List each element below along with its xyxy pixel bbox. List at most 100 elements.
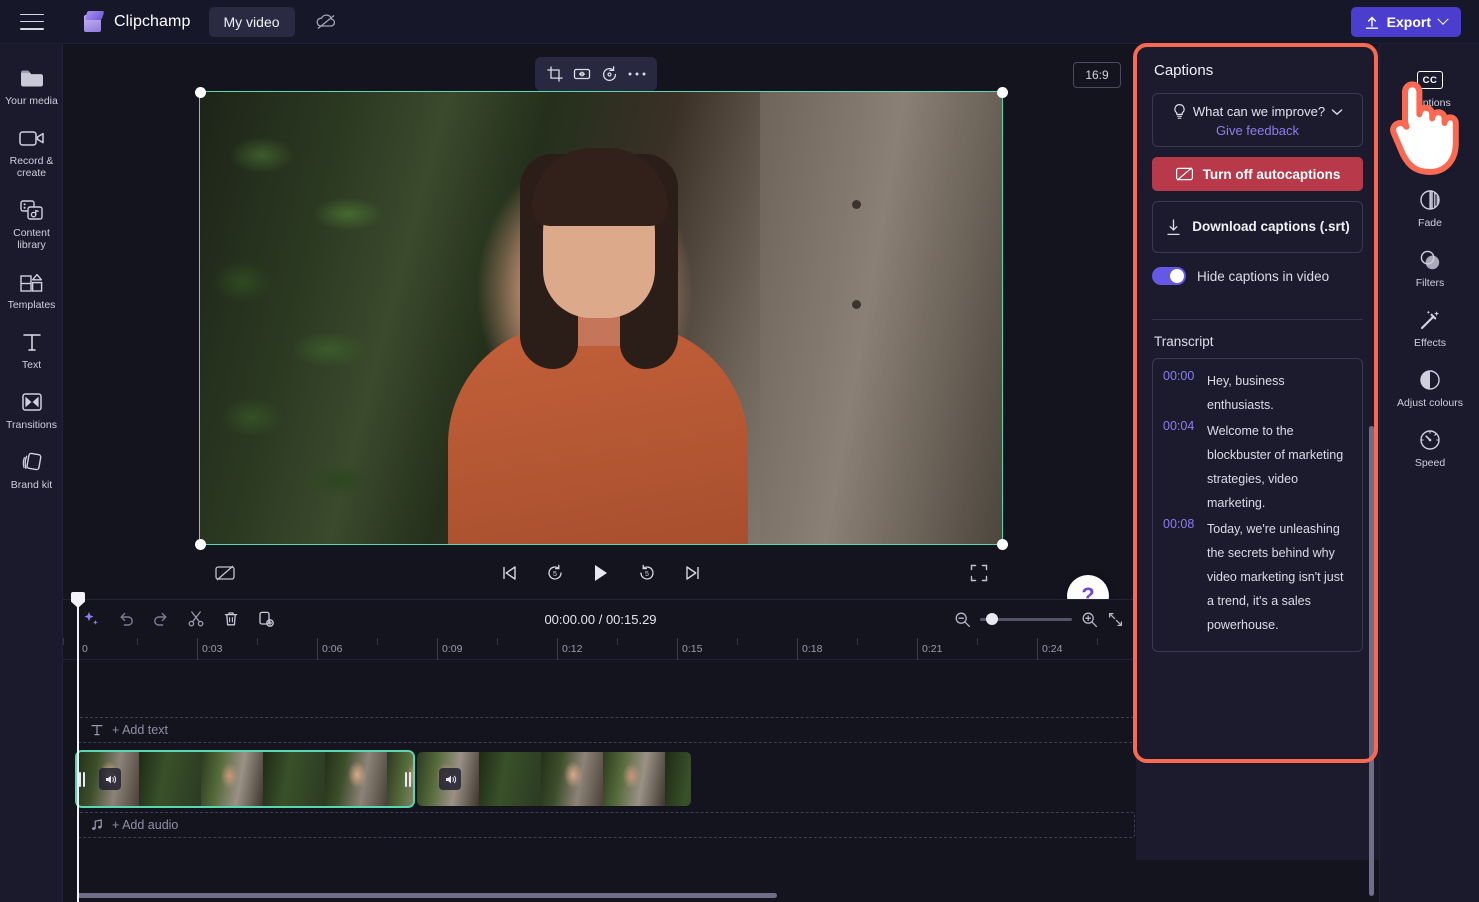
camera-icon: [2, 125, 61, 151]
sidebar-item-text[interactable]: Text: [0, 320, 63, 380]
download-captions-button[interactable]: Download captions (.srt): [1152, 201, 1363, 253]
tab-speed[interactable]: Speed: [1380, 418, 1479, 478]
effects-wand-icon: [1382, 307, 1478, 333]
sparkle-icon[interactable]: [77, 605, 105, 633]
ruler-tick: 0:18: [797, 638, 822, 660]
aspect-ratio-button[interactable]: 16:9: [1073, 62, 1121, 88]
export-button[interactable]: Export: [1350, 7, 1461, 37]
tab-adjust-colours[interactable]: Adjust colours: [1380, 358, 1479, 418]
fit-to-screen-icon[interactable]: [1107, 611, 1124, 628]
sidebar-item-templates[interactable]: Templates: [0, 260, 63, 320]
skip-next-icon[interactable]: [680, 560, 706, 586]
resize-handle-bottom-right[interactable]: [997, 539, 1008, 550]
hamburger-menu-icon[interactable]: [20, 13, 44, 30]
zoom-in-icon[interactable]: [1081, 611, 1098, 628]
skip-previous-icon[interactable]: [496, 560, 522, 586]
list-item[interactable]: 00:08 Today, we're unleashing the secret…: [1163, 517, 1352, 637]
crop-icon[interactable]: [544, 63, 566, 85]
tab-effects[interactable]: Effects: [1380, 298, 1479, 358]
download-icon: [1167, 218, 1180, 235]
transcript-timestamp[interactable]: 00:08: [1163, 517, 1199, 637]
panel-scrollbar[interactable]: [1369, 426, 1374, 896]
transitions-icon: [2, 389, 61, 415]
duplicate-button[interactable]: [252, 605, 280, 633]
tab-fade[interactable]: Fade: [1380, 178, 1479, 238]
zoom-slider-knob[interactable]: [986, 613, 998, 625]
timeline-horizontal-scrollbar[interactable]: [77, 893, 777, 898]
transcript-text[interactable]: Welcome to the blockbuster of marketing …: [1207, 419, 1352, 515]
split-button[interactable]: [182, 605, 210, 633]
add-text-label: + Add text: [112, 723, 168, 737]
ruler-tick: 0:24: [1037, 638, 1062, 660]
zoom-out-icon[interactable]: [954, 611, 971, 628]
speaker-icon[interactable]: [439, 768, 461, 790]
divider: [1152, 319, 1363, 320]
rotate-icon[interactable]: [599, 63, 621, 85]
video-preview[interactable]: [199, 91, 1003, 545]
turn-off-label: Turn off autocaptions: [1202, 166, 1341, 182]
sidebar-item-your-media[interactable]: Your media: [0, 56, 63, 116]
sidebar-item-label: Text: [21, 359, 42, 371]
media-folder-icon: [2, 65, 61, 91]
text-track[interactable]: + Add text: [77, 717, 1135, 743]
tool-label: Effects: [1414, 337, 1446, 349]
redo-button[interactable]: [147, 605, 175, 633]
play-button[interactable]: [588, 560, 614, 586]
sidebar-item-label: Transitions: [6, 419, 57, 431]
transcript-timestamp[interactable]: 00:00: [1163, 369, 1199, 417]
captions-off-icon: [1175, 167, 1193, 181]
delete-button[interactable]: [217, 605, 245, 633]
rewind-5-icon[interactable]: 5: [542, 560, 568, 586]
hide-captions-toggle-row[interactable]: Hide captions in video: [1152, 267, 1363, 285]
forward-5-icon[interactable]: 5: [634, 560, 660, 586]
turn-off-autocaptions-button[interactable]: Turn off autocaptions: [1152, 157, 1363, 191]
preview-float-toolbar: [535, 57, 657, 91]
zoom-slider[interactable]: [980, 613, 1072, 625]
give-feedback-link[interactable]: Give feedback: [1161, 123, 1354, 138]
ruler-tick: 0:12: [557, 638, 582, 660]
preview-wall: [760, 92, 1002, 544]
timeline-ruler[interactable]: 0 0:03 0:06 0:09 0:12 0:15 0:18 0:21 0:2…: [63, 638, 1138, 660]
undo-button[interactable]: [112, 605, 140, 633]
transcript-text[interactable]: Hey, business enthusiasts.: [1207, 369, 1352, 417]
ruler-tick: 0:15: [677, 638, 702, 660]
current-time: 00:00.00: [544, 611, 596, 627]
ruler-tick: 0:03: [197, 638, 222, 660]
preview-plants: [200, 92, 430, 544]
svg-text:5: 5: [645, 571, 649, 578]
tab-filters[interactable]: Filters: [1380, 238, 1479, 298]
sidebar-item-content-library[interactable]: Content library: [0, 188, 63, 260]
ellipsis-icon[interactable]: [626, 63, 648, 85]
transcript-title: Transcript: [1154, 334, 1214, 349]
resize-handle-top-right[interactable]: [997, 87, 1008, 98]
sidebar-item-brand-kit[interactable]: Brand kit: [0, 440, 63, 500]
playhead[interactable]: [77, 600, 79, 902]
flip-horizontal-icon[interactable]: [571, 63, 593, 85]
fullscreen-icon[interactable]: [966, 560, 992, 586]
timeline-zoom-controls: [954, 611, 1124, 628]
list-item[interactable]: 00:04 Welcome to the blockbuster of mark…: [1163, 419, 1352, 515]
sidebar-item-record-create[interactable]: Record & create: [0, 116, 63, 188]
library-icon: [2, 197, 61, 223]
transcript-box[interactable]: 00:00 Hey, business enthusiasts. 00:04 W…: [1152, 358, 1363, 652]
resize-handle-bottom-left[interactable]: [195, 539, 206, 550]
trim-handle-right[interactable]: [403, 752, 413, 806]
list-item[interactable]: 00:00 Hey, business enthusiasts.: [1163, 369, 1352, 417]
table-row[interactable]: [417, 752, 691, 806]
chevron-down-icon: [1437, 13, 1449, 25]
feedback-box[interactable]: What can we improve? Give feedback: [1152, 93, 1363, 147]
table-row[interactable]: [75, 750, 415, 808]
templates-icon: [2, 269, 61, 295]
sidebar-item-transitions[interactable]: Transitions: [0, 380, 63, 440]
chevron-down-icon: [1331, 108, 1343, 115]
project-tab[interactable]: My video: [208, 6, 295, 37]
svg-text:5: 5: [553, 571, 557, 578]
cloud-off-icon[interactable]: [313, 9, 339, 35]
audio-track[interactable]: + Add audio: [77, 812, 1135, 838]
hide-captions-toggle[interactable]: [1152, 267, 1186, 285]
transcript-timestamp[interactable]: 00:04: [1163, 419, 1199, 515]
transcript-text[interactable]: Today, we're unleashing the secrets behi…: [1207, 517, 1352, 637]
speaker-icon[interactable]: [99, 768, 121, 790]
ruler-tick: 0:09: [437, 638, 462, 660]
resize-handle-top-left[interactable]: [195, 87, 206, 98]
